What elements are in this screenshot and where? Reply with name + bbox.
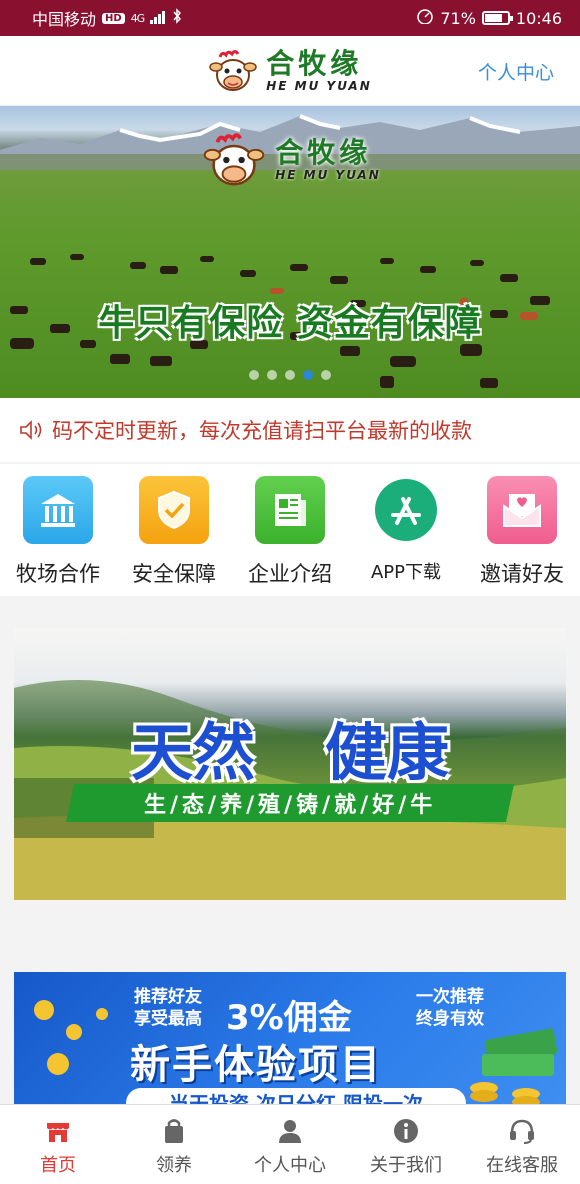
app-store-icon: [371, 476, 441, 544]
user-icon: [276, 1117, 304, 1145]
cow-logo-icon: [204, 133, 265, 186]
nav-label: 首页: [40, 1155, 76, 1176]
coins-icon: [34, 1000, 108, 1075]
banner-logo: 合牧缘 HE MU YUAN: [0, 132, 580, 188]
quick-menu: 牧场合作 安全保障 企业介绍 APP下载 邀请好友: [0, 464, 580, 596]
banner-slogan-text: 牛只有保险 资金有保障: [98, 303, 482, 344]
promo-natural-healthy[interactable]: 天然 健康 生/态/养/殖/铸/就/好/牛: [14, 628, 566, 900]
app-header: 合牧缘 HE MU YUAN 个人中心: [0, 36, 580, 106]
promo-newcomer[interactable]: 推荐好友 享受最高 3%佣金 一次推荐 终身有效 新手体验项目 当天投资 次日分…: [14, 972, 566, 1112]
menu-label: APP下载: [370, 562, 442, 583]
shield-check-icon: [139, 476, 209, 544]
promo-line2a: 一次推荐: [416, 987, 484, 1007]
envelope-heart-icon: [487, 476, 557, 544]
nav-customer-service[interactable]: 在线客服: [464, 1105, 580, 1184]
promo-newcomer-title: 新手体验项目: [130, 1042, 382, 1088]
newspaper-icon: [255, 476, 325, 544]
logo-english: HE MU YUAN: [266, 78, 372, 93]
hero-banner[interactable]: 合牧缘 HE MU YUAN 牛只有保险 资金有保障: [0, 106, 580, 398]
nav-label: 领养: [156, 1155, 192, 1176]
carousel-dot[interactable]: [249, 370, 259, 380]
nav-label: 在线客服: [486, 1155, 558, 1176]
network-type: 4G: [130, 11, 145, 25]
nav-home[interactable]: 首页: [0, 1105, 116, 1184]
menu-item-security[interactable]: 安全保障: [116, 476, 232, 588]
carousel-dot[interactable]: [321, 370, 331, 380]
nav-profile[interactable]: 个人中心: [232, 1105, 348, 1184]
banner-logo-chinese: 合牧缘: [275, 136, 372, 169]
bottom-nav: 首页 领养 个人中心 关于我们 在线客服: [0, 1104, 580, 1184]
promo-recommend-text: 推荐好友 享受最高: [134, 986, 202, 1030]
status-bar: 中国移动 HD 4G 71% 10:46: [0, 0, 580, 36]
clock: 10:46: [515, 8, 562, 28]
notice-bar: 码不定时更新，每次充值请扫平台最新的收款: [0, 398, 580, 462]
menu-item-invite-friends[interactable]: 邀请好友: [464, 476, 580, 588]
speed-icon: [416, 8, 434, 28]
banner-logo-english: HE MU YUAN: [275, 168, 381, 182]
promo-title: 天然 健康: [14, 702, 566, 792]
storefront-icon: [44, 1117, 72, 1145]
nav-adopt[interactable]: 领养: [116, 1105, 232, 1184]
bank-icon: [23, 476, 93, 544]
notice-text: 码不定时更新，每次充值请扫平台最新的收款: [52, 419, 472, 443]
hd-badge: HD: [102, 12, 125, 24]
banner-slogan: 牛只有保险 资金有保障: [0, 294, 580, 346]
promo-ribbon-text: 生/态/养/殖/铸/就/好/牛: [143, 793, 437, 818]
promo-line1a: 推荐好友: [134, 987, 202, 1007]
menu-label: 安全保障: [132, 562, 216, 586]
bluetooth-icon: [172, 8, 182, 28]
carousel-dot[interactable]: [267, 370, 277, 380]
menu-item-app-download[interactable]: APP下载: [348, 476, 464, 584]
menu-label: 企业介绍: [248, 562, 332, 586]
menu-label: 牧场合作: [16, 562, 100, 586]
info-icon: [392, 1117, 420, 1145]
logo-chinese: 合牧缘: [266, 46, 363, 80]
promo-ribbon: 生/态/养/殖/铸/就/好/牛: [65, 784, 515, 822]
menu-item-ranch-cooperation[interactable]: 牧场合作: [0, 476, 116, 588]
nav-label: 关于我们: [370, 1155, 442, 1176]
nav-about[interactable]: 关于我们: [348, 1105, 464, 1184]
promo-title-left: 天然: [130, 716, 255, 789]
money-stack-icon: [470, 1028, 558, 1108]
carousel-dot-active[interactable]: [303, 370, 313, 380]
promo-title-right: 健康: [325, 716, 450, 789]
battery-percent: 71%: [440, 8, 476, 28]
headset-icon: [508, 1117, 536, 1145]
cow-logo-icon: [208, 49, 258, 93]
carousel-dot[interactable]: [285, 370, 295, 380]
shopping-bag-icon: [160, 1117, 188, 1145]
promo-line1b: 享受最高: [134, 1009, 202, 1029]
brand-logo: 合牧缘 HE MU YUAN: [208, 49, 372, 93]
menu-label: 邀请好友: [480, 562, 564, 586]
carrier-name: 中国移动: [32, 10, 97, 29]
speaker-icon: [18, 418, 44, 442]
signal-icon: [150, 9, 166, 28]
promo-lifetime-text: 一次推荐 终身有效: [416, 986, 484, 1030]
battery-icon: [481, 11, 513, 25]
menu-item-company-intro[interactable]: 企业介绍: [232, 476, 348, 588]
nav-label: 个人中心: [254, 1155, 326, 1176]
profile-link[interactable]: 个人中心: [478, 58, 554, 85]
carousel-dots: [0, 370, 580, 380]
